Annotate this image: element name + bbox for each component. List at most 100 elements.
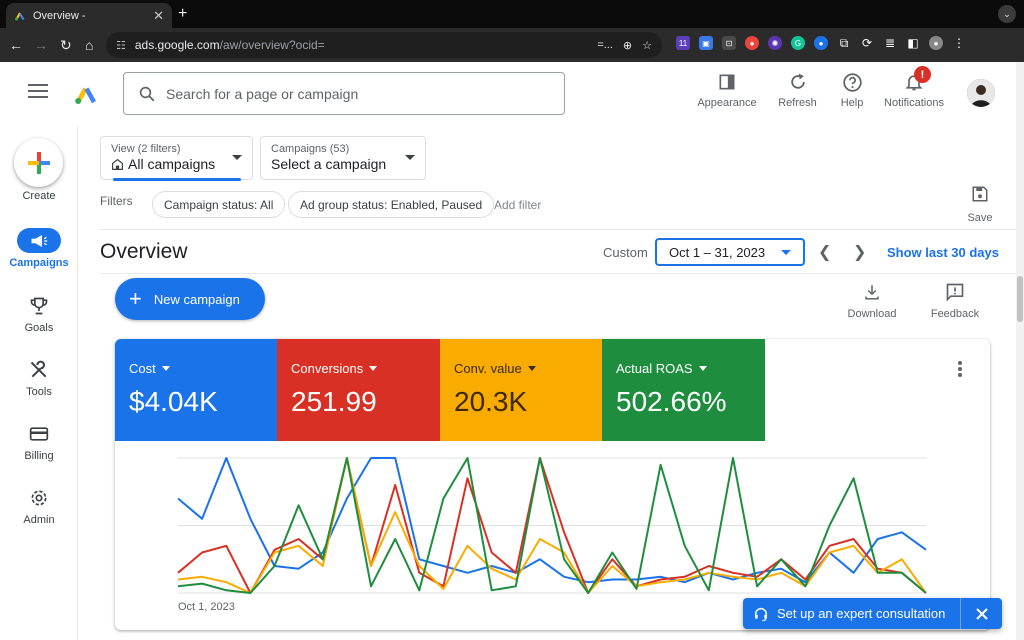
campaign-selector-label: Campaigns (53) (271, 143, 350, 155)
reload-icon[interactable]: ↻ (60, 36, 72, 54)
page-scrollbar[interactable] (1016, 62, 1024, 640)
show-last-30-days-link[interactable]: Show last 30 days (887, 245, 999, 260)
filters-label: Filters (100, 194, 133, 208)
previous-period-icon[interactable]: ❮ (818, 242, 831, 262)
sidebar-item-goals[interactable]: Goals (0, 294, 78, 334)
divider (100, 229, 1016, 230)
help-button[interactable]: Help (836, 70, 868, 109)
filter-chip-campaign-status[interactable]: Campaign status: All (152, 191, 286, 218)
search-input[interactable] (166, 85, 546, 102)
chevron-down-icon[interactable] (161, 366, 170, 371)
metric-label: Cost (129, 361, 156, 376)
save-button[interactable]: Save (962, 185, 998, 224)
toast-message: Set up an expert consultation (777, 606, 946, 621)
metric-value: 20.3K (454, 386, 528, 417)
new-campaign-button[interactable]: + New campaign (115, 278, 265, 320)
sync-icon[interactable]: ⟳ (860, 36, 874, 50)
add-filter-button[interactable]: Add filter (494, 198, 541, 212)
filter-chip-ad-group-status[interactable]: Ad group status: Enabled, Paused (288, 191, 495, 218)
browser-menu-icon[interactable]: ⋮ (952, 36, 966, 50)
tab-search-icon[interactable]: ⌄ (998, 5, 1016, 23)
extension-icon[interactable]: ⊡ (722, 36, 736, 50)
extension-icon[interactable]: ● (814, 36, 828, 50)
sidebar-item-tools[interactable]: Tools (0, 358, 78, 398)
back-icon[interactable]: ← (9, 36, 23, 54)
sidebar-item-label: Tools (26, 386, 52, 398)
sidebar-item-label: Campaigns (9, 257, 69, 269)
new-campaign-label: New campaign (153, 291, 240, 307)
extension-icon[interactable]: ▣ (699, 36, 713, 50)
forward-icon[interactable]: → (34, 36, 48, 54)
address-bar[interactable]: ☷ ads.google.com/aw/overview?ocid= =... … (106, 32, 662, 58)
metric-tile-conv-value[interactable]: Conv. value 20.3K (440, 339, 603, 441)
refresh-button[interactable]: Refresh (775, 70, 820, 109)
zoom-icon[interactable]: ⊕ (623, 39, 632, 52)
feedback-button[interactable]: Feedback (930, 282, 980, 320)
save-icon (972, 186, 988, 202)
new-tab-icon[interactable]: + (178, 5, 187, 23)
create-button[interactable] (14, 138, 63, 187)
bookmark-star-icon[interactable]: ☆ (642, 39, 652, 52)
divider (100, 273, 1016, 274)
close-icon[interactable] (960, 598, 1002, 629)
view-selector[interactable]: View (2 filters) All campaigns (100, 136, 253, 181)
side-panel-icon[interactable]: ◧ (906, 36, 920, 50)
menu-icon[interactable] (28, 84, 48, 102)
search-box[interactable] (123, 72, 565, 115)
campaign-selector-value: Select a campaign (271, 156, 387, 172)
credit-card-icon (29, 427, 49, 441)
chevron-down-icon[interactable] (369, 366, 378, 371)
app-header: Appearance Refresh Help Notifications ! (0, 62, 1016, 126)
url-path: /aw/overview?ocid= (219, 38, 325, 52)
date-mode-label: Custom (603, 245, 648, 260)
headset-icon (754, 607, 768, 621)
appearance-button[interactable]: Appearance (697, 70, 757, 109)
extension-icon[interactable]: ● (745, 36, 759, 50)
tab-title: Overview - (33, 9, 86, 22)
metric-tile-conversions[interactable]: Conversions 251.99 (277, 339, 440, 441)
view-selector-label: View (2 filters) (111, 143, 181, 155)
extension-icon[interactable]: ✺ (768, 36, 782, 50)
refresh-label: Refresh (778, 97, 817, 109)
feedback-icon (946, 283, 964, 302)
notifications-button[interactable]: Notifications ! (881, 66, 947, 109)
home-icon[interactable]: ⌂ (85, 36, 93, 54)
user-avatar[interactable] (967, 79, 995, 107)
sidebar-item-campaigns[interactable]: Campaigns (0, 228, 78, 269)
close-tab-icon[interactable]: ✕ (153, 8, 164, 24)
side-navigation: Create Campaigns Goals Tools Billing Adm… (0, 126, 78, 640)
google-ads-logo (75, 87, 96, 104)
view-selector-value: All campaigns (128, 156, 216, 172)
scrollbar-thumb[interactable] (1017, 276, 1023, 322)
browser-toolbar: ← → ↻ ⌂ ☷ ads.google.com/aw/overview?oci… (0, 28, 1024, 62)
chevron-down-icon[interactable] (698, 366, 707, 371)
media-icon[interactable]: ≣ (883, 36, 897, 50)
metric-value: 251.99 (291, 386, 377, 417)
chevron-down-icon[interactable] (527, 366, 536, 371)
next-period-icon[interactable]: ❯ (853, 242, 866, 262)
metric-label: Conversions (291, 361, 364, 376)
refresh-icon (790, 73, 805, 89)
puzzle-extensions-icon[interactable]: ⧉ (837, 36, 851, 50)
download-button[interactable]: Download (846, 282, 898, 320)
extension-icon[interactable]: 11 (676, 36, 690, 50)
campaign-selector[interactable]: Campaigns (53) Select a campaign (260, 136, 426, 180)
metric-label: Conv. value (454, 361, 522, 376)
more-options-icon[interactable] (958, 361, 964, 379)
metric-tile-actual-roas[interactable]: Actual ROAS 502.66% (602, 339, 765, 441)
building-icon (112, 158, 123, 170)
create-label: Create (22, 190, 56, 202)
sidebar-item-admin[interactable]: Admin (0, 486, 78, 526)
grammarly-icon[interactable]: G (791, 36, 805, 50)
appearance-icon (719, 74, 735, 90)
date-range-picker[interactable]: Oct 1 – 31, 2023 (655, 238, 805, 266)
profile-avatar-icon[interactable]: ● (929, 36, 943, 50)
chevron-down-icon (405, 155, 415, 160)
url-host: ads.google.com (134, 38, 220, 52)
browser-tab[interactable]: Overview - ✕ (6, 3, 172, 28)
expert-consultation-toast[interactable]: Set up an expert consultation (743, 598, 1002, 629)
metric-tile-cost[interactable]: Cost $4.04K (115, 339, 278, 441)
search-icon (139, 86, 155, 101)
site-info-icon[interactable]: ☷ (116, 39, 126, 52)
sidebar-item-billing[interactable]: Billing (0, 422, 78, 462)
